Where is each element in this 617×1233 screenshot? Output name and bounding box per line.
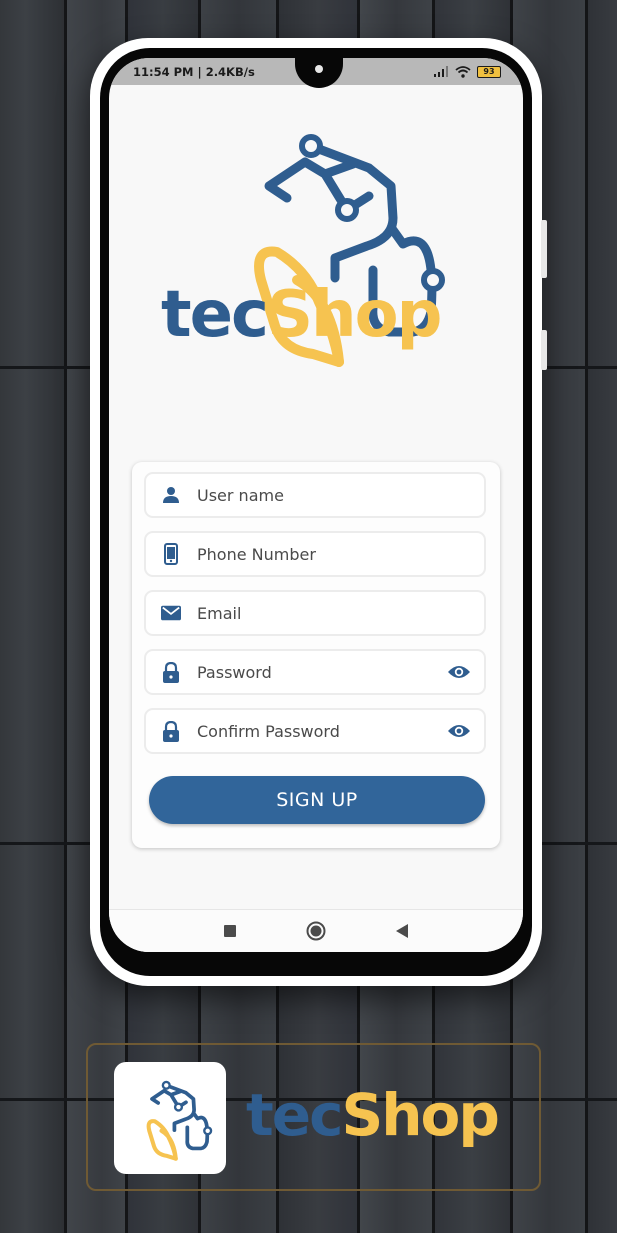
recents-square-icon[interactable]	[219, 920, 241, 942]
signup-card: SIGN UP	[132, 462, 500, 848]
phone-number-input[interactable]	[197, 544, 484, 564]
brand-banner-wordmark: tecShop	[246, 1081, 500, 1149]
email-input[interactable]	[197, 603, 484, 623]
back-triangle-icon[interactable]	[391, 920, 413, 942]
lock-icon	[161, 661, 181, 683]
power-button	[541, 330, 547, 370]
android-nav-bar	[109, 909, 523, 952]
phone-mockup: 11:54 PM | 2.4KB/s 93 tecShop User name …	[90, 38, 547, 986]
app-screen: 11:54 PM | 2.4KB/s 93 tecShop User name …	[109, 58, 523, 952]
password-input[interactable]	[197, 662, 446, 682]
username-field[interactable]	[144, 472, 486, 518]
status-time-speed: 11:54 PM | 2.4KB/s	[133, 64, 255, 79]
signal-icon	[434, 66, 448, 77]
phone-number-field[interactable]	[144, 531, 486, 577]
sign-up-button[interactable]: SIGN UP	[149, 776, 485, 824]
confirm-password-field[interactable]	[144, 708, 486, 754]
tecshop-logo-icon	[146, 1080, 213, 1161]
mail-icon	[161, 603, 181, 623]
phone-icon	[161, 543, 181, 565]
username-input[interactable]	[197, 485, 484, 505]
wifi-icon	[455, 65, 471, 78]
volume-button	[541, 220, 547, 278]
eye-icon[interactable]	[446, 662, 472, 682]
battery-icon: 93	[477, 65, 501, 78]
eye-icon[interactable]	[446, 721, 472, 741]
app-icon	[114, 1062, 226, 1174]
password-field[interactable]	[144, 649, 486, 695]
home-circle-icon[interactable]	[305, 920, 327, 942]
email-field[interactable]	[144, 590, 486, 636]
brand-wordmark: tecShop	[161, 278, 442, 352]
person-icon	[161, 485, 181, 505]
confirm-password-input[interactable]	[197, 721, 446, 741]
lock-icon	[161, 720, 181, 742]
